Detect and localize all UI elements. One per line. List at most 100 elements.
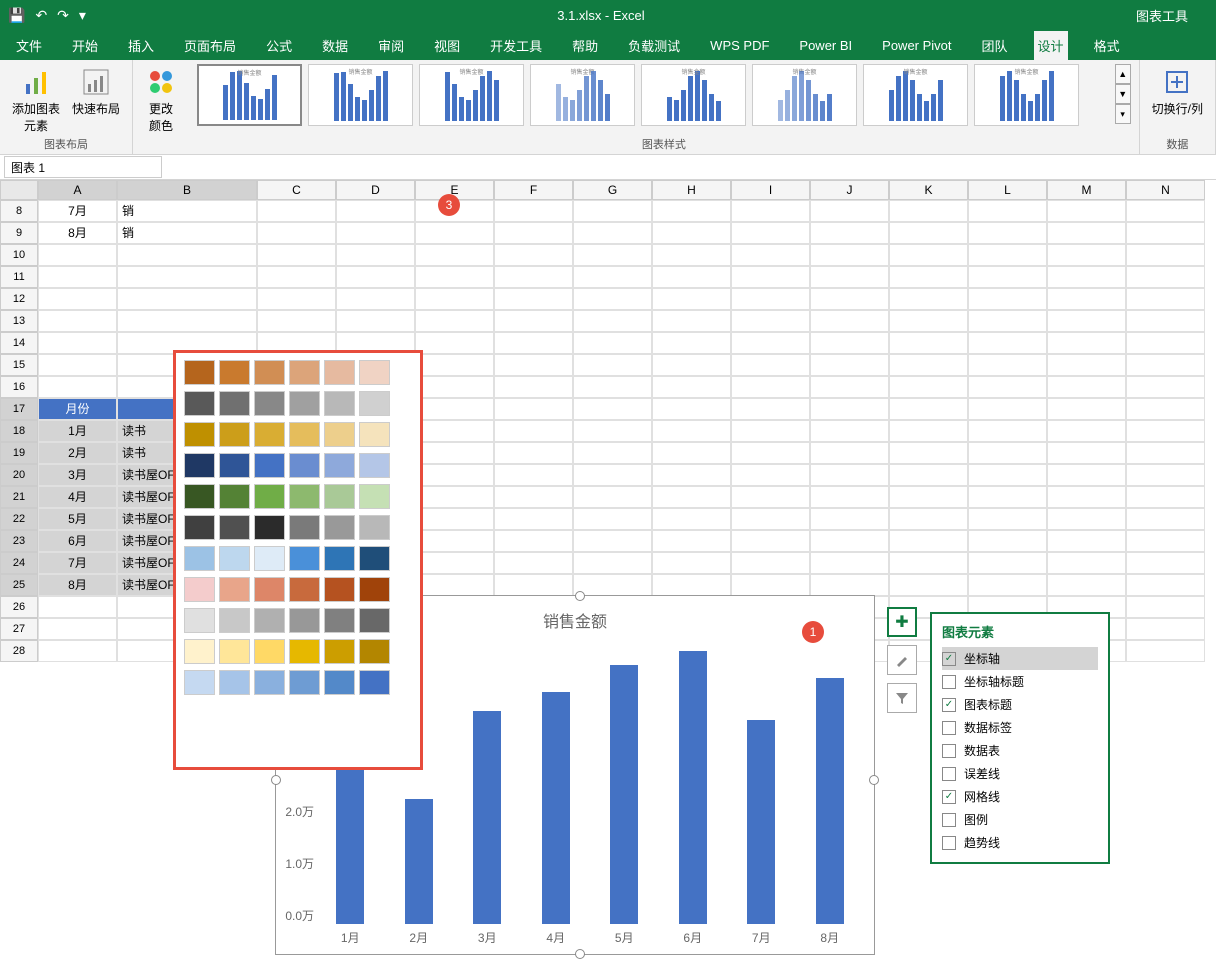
cell[interactable] bbox=[968, 310, 1047, 332]
cell[interactable] bbox=[810, 552, 889, 574]
cell[interactable] bbox=[494, 354, 573, 376]
tab-formulas[interactable]: 公式 bbox=[262, 31, 296, 60]
tab-format[interactable]: 格式 bbox=[1090, 31, 1124, 60]
cell[interactable] bbox=[415, 354, 494, 376]
chart-element-checkbox[interactable]: 数据表 bbox=[942, 739, 1098, 762]
palette-row[interactable] bbox=[176, 667, 420, 698]
tab-developer[interactable]: 开发工具 bbox=[486, 31, 546, 60]
tab-wpspdf[interactable]: WPS PDF bbox=[706, 33, 773, 58]
cell[interactable] bbox=[889, 310, 968, 332]
chart-bar[interactable] bbox=[816, 678, 844, 924]
palette-row[interactable] bbox=[176, 419, 420, 450]
chart-style-thumb[interactable]: 销售金额 bbox=[641, 64, 746, 126]
col-header[interactable]: J bbox=[810, 180, 889, 200]
name-box[interactable] bbox=[4, 156, 162, 178]
cell[interactable] bbox=[494, 200, 573, 222]
cell[interactable] bbox=[1126, 618, 1205, 640]
cell[interactable] bbox=[573, 530, 652, 552]
row-header[interactable]: 15 bbox=[0, 354, 38, 376]
color-swatch[interactable] bbox=[324, 670, 355, 695]
cell[interactable] bbox=[889, 244, 968, 266]
cell[interactable] bbox=[810, 332, 889, 354]
chart-element-checkbox[interactable]: 坐标轴标题 bbox=[942, 670, 1098, 693]
color-swatch[interactable] bbox=[289, 422, 320, 447]
color-swatch[interactable] bbox=[289, 546, 320, 571]
color-swatch[interactable] bbox=[184, 360, 215, 385]
save-icon[interactable]: 💾 bbox=[8, 7, 25, 24]
cell[interactable] bbox=[1047, 464, 1126, 486]
cell[interactable] bbox=[968, 486, 1047, 508]
cell[interactable] bbox=[415, 376, 494, 398]
cell[interactable] bbox=[1047, 332, 1126, 354]
cell[interactable] bbox=[968, 530, 1047, 552]
chart-style-thumb[interactable]: 销售金额 bbox=[419, 64, 524, 126]
cell[interactable] bbox=[38, 640, 117, 662]
cell[interactable] bbox=[415, 222, 494, 244]
cell[interactable] bbox=[652, 442, 731, 464]
color-swatch[interactable] bbox=[184, 608, 215, 633]
col-header[interactable]: M bbox=[1047, 180, 1126, 200]
row-header[interactable]: 13 bbox=[0, 310, 38, 332]
cell[interactable] bbox=[1047, 552, 1126, 574]
cell[interactable] bbox=[573, 222, 652, 244]
cell[interactable] bbox=[415, 244, 494, 266]
cell[interactable] bbox=[494, 574, 573, 596]
palette-row[interactable] bbox=[176, 357, 420, 388]
color-swatch[interactable] bbox=[359, 453, 390, 478]
cell[interactable] bbox=[494, 398, 573, 420]
row-header[interactable]: 19 bbox=[0, 442, 38, 464]
color-swatch[interactable] bbox=[219, 422, 250, 447]
chart-bar[interactable] bbox=[610, 665, 638, 924]
cell[interactable] bbox=[257, 200, 336, 222]
cell[interactable]: 7月 bbox=[38, 552, 117, 574]
cell[interactable] bbox=[889, 486, 968, 508]
color-swatch[interactable] bbox=[359, 577, 390, 602]
color-swatch[interactable] bbox=[184, 670, 215, 695]
cell[interactable] bbox=[731, 244, 810, 266]
cell[interactable] bbox=[889, 530, 968, 552]
cell[interactable] bbox=[810, 354, 889, 376]
cell[interactable] bbox=[810, 288, 889, 310]
tab-file[interactable]: 文件 bbox=[12, 31, 46, 60]
cell[interactable] bbox=[810, 442, 889, 464]
color-swatch[interactable] bbox=[254, 360, 285, 385]
cell[interactable] bbox=[117, 266, 257, 288]
color-swatch[interactable] bbox=[254, 484, 285, 509]
cell[interactable] bbox=[494, 376, 573, 398]
cell[interactable]: 6月 bbox=[38, 530, 117, 552]
chart-bar[interactable] bbox=[679, 651, 707, 924]
col-header[interactable]: F bbox=[494, 180, 573, 200]
cell[interactable] bbox=[652, 508, 731, 530]
color-swatch[interactable] bbox=[254, 453, 285, 478]
color-swatch[interactable] bbox=[184, 484, 215, 509]
chart-element-checkbox[interactable]: 趋势线 bbox=[942, 831, 1098, 854]
cell[interactable] bbox=[1047, 420, 1126, 442]
col-header[interactable]: K bbox=[889, 180, 968, 200]
color-swatch[interactable] bbox=[359, 546, 390, 571]
cell[interactable] bbox=[117, 244, 257, 266]
tab-team[interactable]: 团队 bbox=[978, 31, 1012, 60]
cell[interactable] bbox=[731, 288, 810, 310]
cell[interactable] bbox=[1126, 596, 1205, 618]
color-swatch[interactable] bbox=[254, 577, 285, 602]
cell[interactable] bbox=[968, 288, 1047, 310]
cell[interactable] bbox=[889, 222, 968, 244]
col-header[interactable]: I bbox=[731, 180, 810, 200]
cell[interactable] bbox=[38, 266, 117, 288]
cell[interactable] bbox=[257, 222, 336, 244]
color-swatch[interactable] bbox=[219, 639, 250, 664]
cell[interactable] bbox=[968, 376, 1047, 398]
cell[interactable] bbox=[810, 376, 889, 398]
chart-bar[interactable] bbox=[542, 692, 570, 924]
cell[interactable] bbox=[810, 266, 889, 288]
cell[interactable] bbox=[731, 464, 810, 486]
cell[interactable] bbox=[810, 200, 889, 222]
cell[interactable] bbox=[1126, 310, 1205, 332]
cell[interactable] bbox=[1047, 222, 1126, 244]
col-header[interactable]: C bbox=[257, 180, 336, 200]
cell[interactable]: 4月 bbox=[38, 486, 117, 508]
color-swatch[interactable] bbox=[359, 360, 390, 385]
style-scroll-up[interactable]: ▲ bbox=[1115, 64, 1131, 84]
color-swatch[interactable] bbox=[219, 546, 250, 571]
cell[interactable] bbox=[117, 310, 257, 332]
